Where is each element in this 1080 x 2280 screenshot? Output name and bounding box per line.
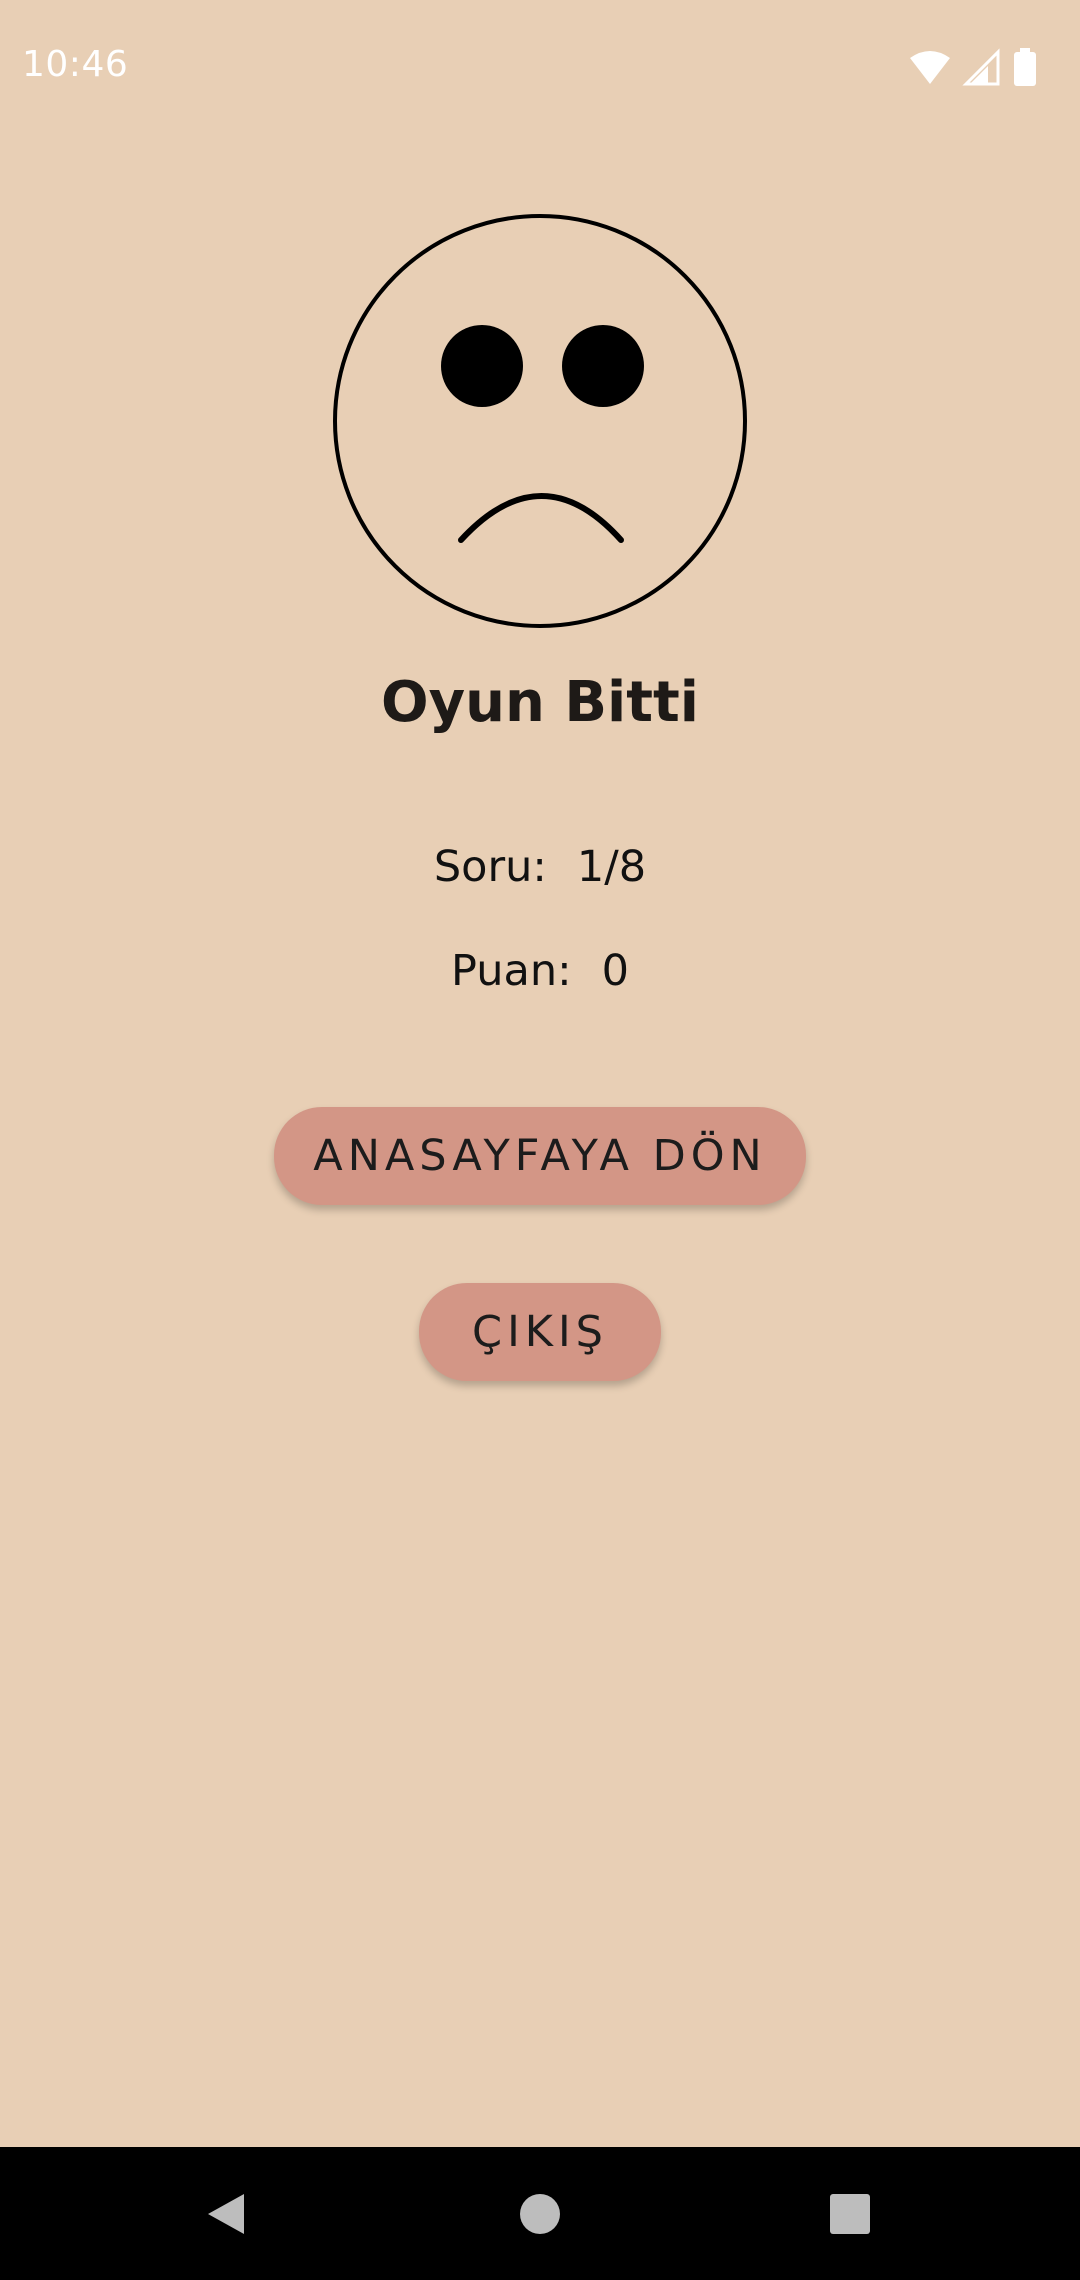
recents-button[interactable]: [790, 2147, 910, 2280]
score-label: Puan:: [451, 946, 572, 996]
score-value: 0: [601, 946, 629, 996]
home-button[interactable]: ANASAYFAYA DÖN: [274, 1107, 806, 1205]
question-counter: Soru: 1/8: [0, 842, 1080, 892]
home-icon: [520, 2193, 560, 2234]
back-button[interactable]: [166, 2147, 286, 2280]
page-title: Oyun Bitti: [381, 670, 699, 735]
recents-icon: [830, 2193, 870, 2234]
question-value: 1/8: [576, 842, 647, 892]
status-bar: 10:46: [0, 0, 1080, 130]
exit-button[interactable]: ÇIKIŞ: [419, 1283, 661, 1381]
sad-face-icon: [333, 214, 747, 628]
score-counter: Puan: 0: [0, 946, 1080, 996]
nav-bar: [0, 2147, 1080, 2280]
cell-signal-icon: [962, 48, 1000, 86]
back-icon: [208, 2193, 244, 2234]
home-nav-button[interactable]: [480, 2147, 600, 2280]
status-time: 10:46: [22, 44, 129, 85]
wifi-icon: [910, 51, 950, 84]
status-icons: [910, 48, 1036, 86]
question-label: Soru:: [433, 842, 547, 892]
battery-icon: [1014, 48, 1036, 86]
